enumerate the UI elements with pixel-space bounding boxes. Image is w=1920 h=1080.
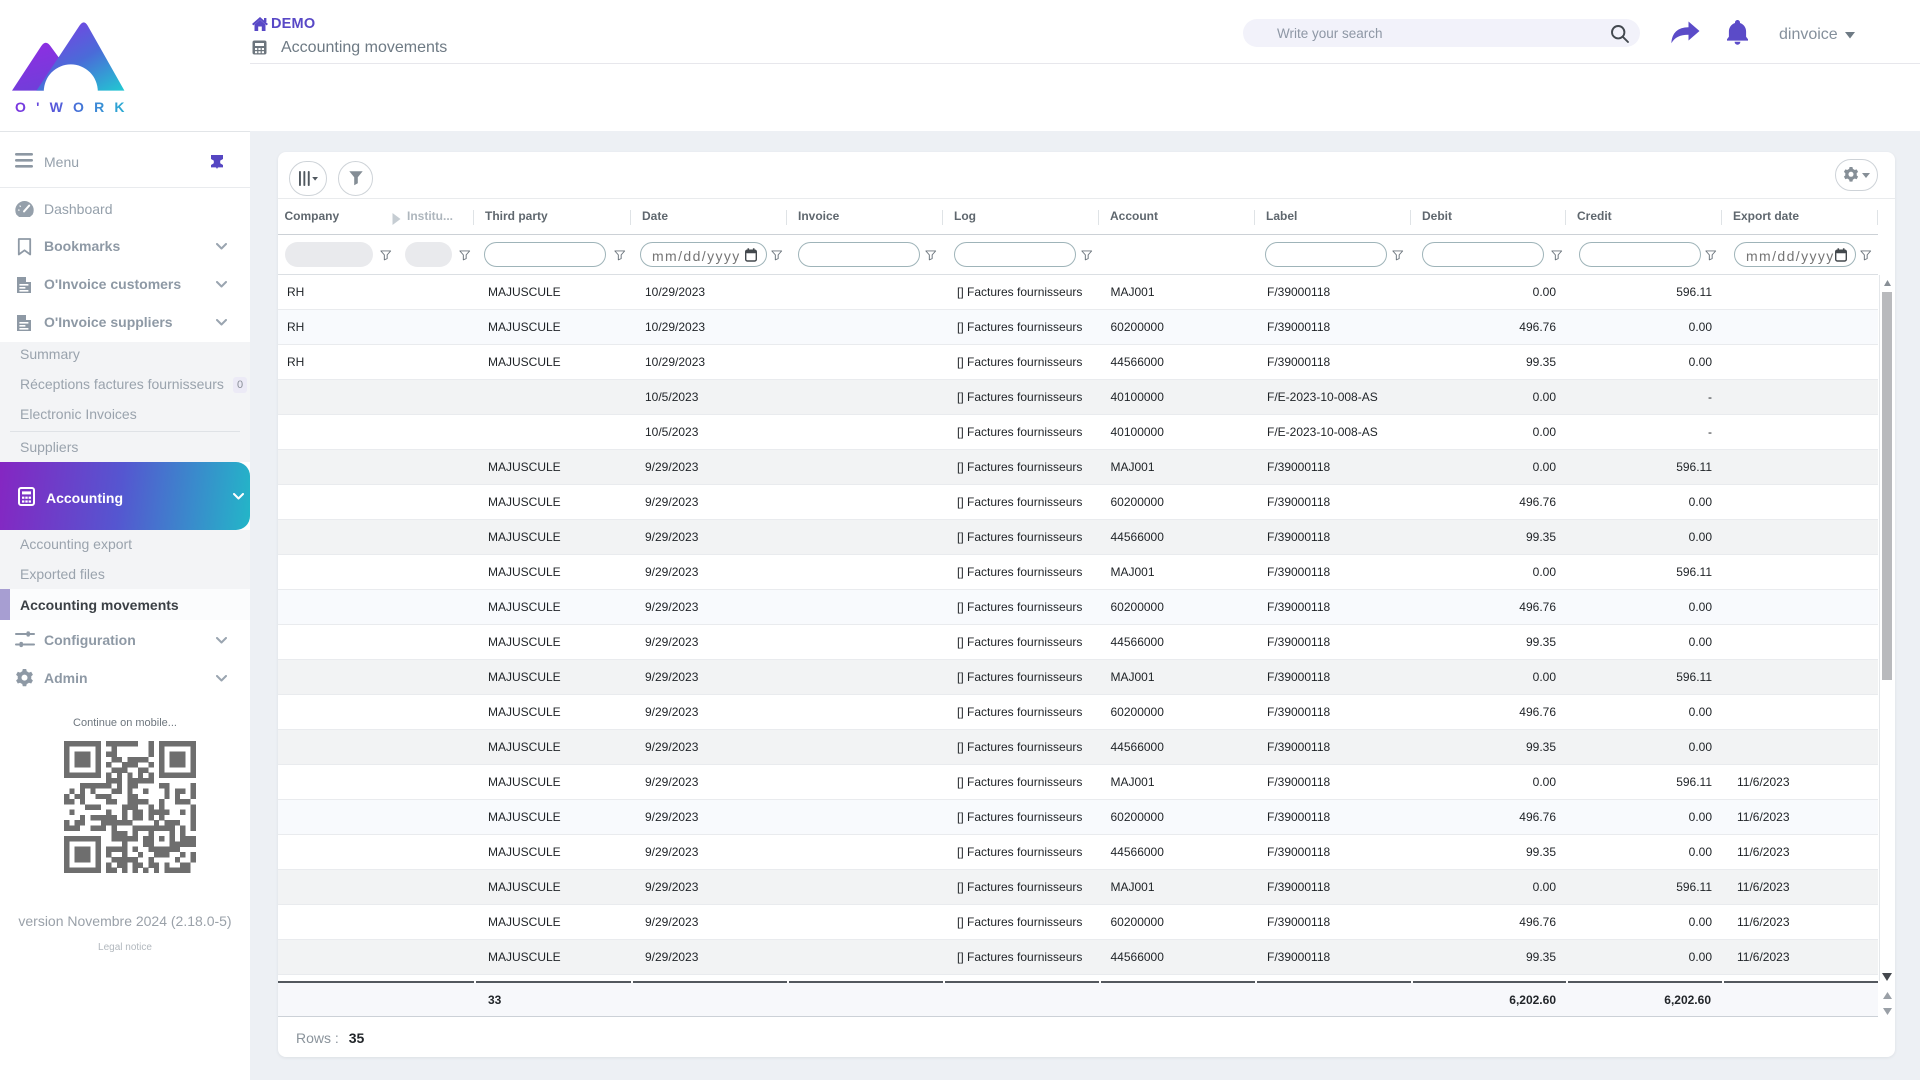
svg-text:O'WORK: O'WORK (15, 99, 133, 115)
